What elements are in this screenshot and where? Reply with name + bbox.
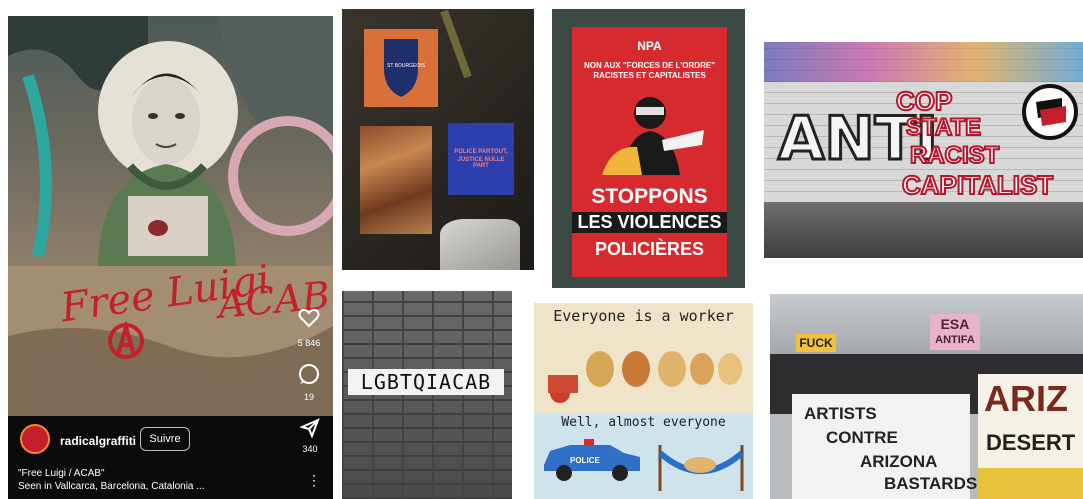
comment-count: 19 (303, 392, 314, 402)
banner-line-1: ARTISTS (804, 404, 877, 423)
blue-sticker-line-2: JUSTICE NULLE PART (457, 157, 505, 169)
police-car-illustration: POLICE (540, 435, 644, 483)
protest-banner-desert: ARIZ DESERT (978, 374, 1083, 499)
protest-sign-esa-line1: ESA (940, 316, 970, 332)
comment-icon[interactable] (298, 363, 320, 385)
orange-sticker: ST BOURGEOIS (364, 29, 438, 107)
sticker-wall-photo: ST BOURGEOIS POLICE PARTOUT, JUSTICE NUL… (342, 9, 534, 270)
antifa-flag-icon (1022, 84, 1078, 140)
npa-party-name: NPA (637, 39, 662, 53)
banner2-line-1: ARIZ (984, 378, 1068, 419)
banner-line-4: BASTARDS (884, 474, 978, 493)
username[interactable]: radicalgraffiti (60, 434, 136, 448)
instagram-post: Free Luigi ACAB 5 846 19 radicalgraffiti… (8, 16, 333, 499)
brick-wall-sign-photo: LGBTQIACAB (342, 291, 512, 499)
collage-sticker (360, 126, 432, 234)
npa-line-1: STOPPONS (591, 185, 708, 208)
follow-button[interactable]: Suivre (140, 427, 190, 451)
npa-line-2: LES VIOLENCES (572, 212, 727, 233)
post-info-bar: radicalgraffiti Suivre 340 "Free Luigi /… (8, 416, 333, 499)
cartoon-title: Everyone is a worker (553, 307, 734, 325)
npa-poster-photo: NPA NON AUX "FORCES DE L'ORDRE" RACISTES… (552, 9, 745, 288)
protest-photo: ESA ANTIFA FUCK ARTISTS CONTRE ARIZONA B… (770, 294, 1083, 499)
mural-word-cop: COP (895, 85, 953, 117)
banner-line-3: ARIZONA (860, 452, 938, 471)
hammock-illustration (656, 439, 746, 493)
share-count: 340 (302, 444, 318, 454)
more-options-icon[interactable]: ⋮ (307, 472, 321, 489)
anti-cop-mural-photo: ANTI COP STATE RACIST CAPITALIST (764, 42, 1083, 258)
blue-sticker-line-1: POLICE PARTOUT, (454, 149, 508, 155)
anarchy-symbol (106, 321, 146, 361)
npa-line-3: POLICIÈRES (594, 239, 705, 259)
share-icon[interactable] (300, 418, 320, 438)
police-car-label: POLICE (570, 456, 600, 465)
orange-sticker-text: ST BOURGEOIS (387, 63, 425, 69)
caption-line-2: Seen in Vallcarca, Barcelona, Catalonia … (18, 481, 205, 492)
npa-poster: NPA NON AUX "FORCES DE L'ORDRE" RACISTES… (572, 27, 727, 277)
avatar[interactable] (20, 424, 50, 454)
npa-subtitle-1: NON AUX "FORCES DE L'ORDRE" (584, 61, 715, 70)
like-icon[interactable] (298, 308, 320, 328)
mural-word-racist: RACIST (909, 141, 1000, 170)
cartoon-subtitle: Well, almost everyone (561, 415, 726, 430)
cartoon-illustration: Everyone is a worker Well, almost everyo… (534, 303, 753, 499)
banner2-line-2: DESERT (986, 430, 1076, 455)
npa-subtitle-2: RACISTES ET CAPITALISTES (593, 71, 706, 80)
protest-sign-fuck: FUCK (796, 334, 836, 352)
graffiti-wall-photo: Free Luigi ACAB 5 846 19 (8, 16, 333, 416)
lgbtqiacab-sign: LGBTQIACAB (348, 369, 504, 395)
riot-police-illustration (592, 85, 707, 175)
caption-line-1: "Free Luigi / ACAB" (18, 468, 105, 479)
protest-sign-esa: ESA ANTIFA (930, 314, 980, 350)
protest-sign-esa-line2: ANTIFA (935, 334, 975, 346)
mural-word-capitalist: CAPITALIST (901, 169, 1054, 201)
like-count: 5 846 (297, 338, 321, 348)
blue-sticker: POLICE PARTOUT, JUSTICE NULLE PART (448, 123, 514, 195)
protest-banner-artists: ARTISTS CONTRE ARIZONA BASTARDS (792, 394, 977, 499)
mural-word-state: STATE (905, 113, 982, 142)
banner-line-2: CONTRE (826, 428, 898, 447)
